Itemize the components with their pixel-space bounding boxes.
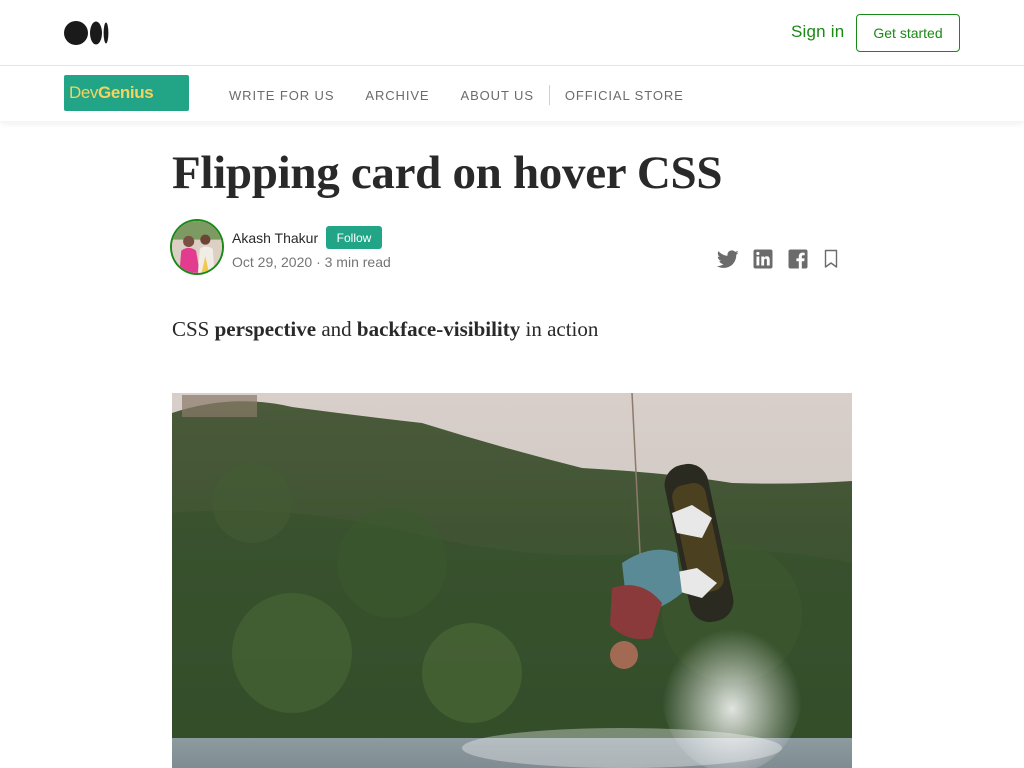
- subtitle-bold-1: perspective: [214, 317, 317, 341]
- top-bar: Sign in Get started: [0, 0, 1024, 66]
- sign-in-link[interactable]: Sign in: [791, 22, 844, 42]
- article-subtitle: CSS perspective and backface-visibility …: [172, 317, 598, 342]
- linkedin-icon[interactable]: [751, 247, 775, 271]
- logo-dev-text: Dev: [69, 83, 99, 102]
- nav-archive[interactable]: ARCHIVE: [365, 88, 429, 103]
- subtitle-bold-2: backface-visibility: [356, 317, 521, 341]
- facebook-icon[interactable]: [786, 247, 810, 271]
- subtitle-text-1: CSS: [172, 317, 215, 341]
- publication-nav: Dev Genius WRITE FOR US ARCHIVE ABOUT US …: [0, 66, 1024, 121]
- subtitle-text-3: in action: [520, 317, 599, 341]
- publish-date: Oct 29, 2020: [232, 254, 313, 270]
- follow-button[interactable]: Follow: [326, 226, 382, 249]
- avatar-image: [172, 221, 222, 273]
- read-time: 3 min read: [324, 254, 391, 270]
- twitter-icon[interactable]: [716, 247, 740, 271]
- bookmark-icon[interactable]: [819, 247, 843, 271]
- medium-logo-icon[interactable]: [64, 20, 110, 46]
- dev-genius-logo[interactable]: Dev Genius: [64, 75, 189, 111]
- author-name[interactable]: Akash Thakur: [232, 230, 318, 246]
- wakeboard-photo: [172, 393, 852, 768]
- publication-nav-links: WRITE FOR US ARCHIVE ABOUT US OFFICIAL S…: [229, 85, 715, 105]
- nav-divider: [548, 85, 550, 105]
- article-title: Flipping card on hover CSS: [172, 147, 723, 199]
- nav-write-for-us[interactable]: WRITE FOR US: [229, 88, 334, 103]
- get-started-button[interactable]: Get started: [856, 14, 960, 52]
- meta-separator: ·: [316, 254, 321, 270]
- nav-official-store[interactable]: OFFICIAL STORE: [565, 88, 684, 103]
- hero-image: [172, 393, 852, 768]
- logo-genius-text: Genius: [98, 83, 154, 102]
- subtitle-text-2: and: [316, 317, 357, 341]
- author-avatar[interactable]: [170, 219, 224, 275]
- article-meta: Oct 29, 2020 · 3 min read: [232, 254, 391, 270]
- nav-about-us[interactable]: ABOUT US: [461, 88, 534, 103]
